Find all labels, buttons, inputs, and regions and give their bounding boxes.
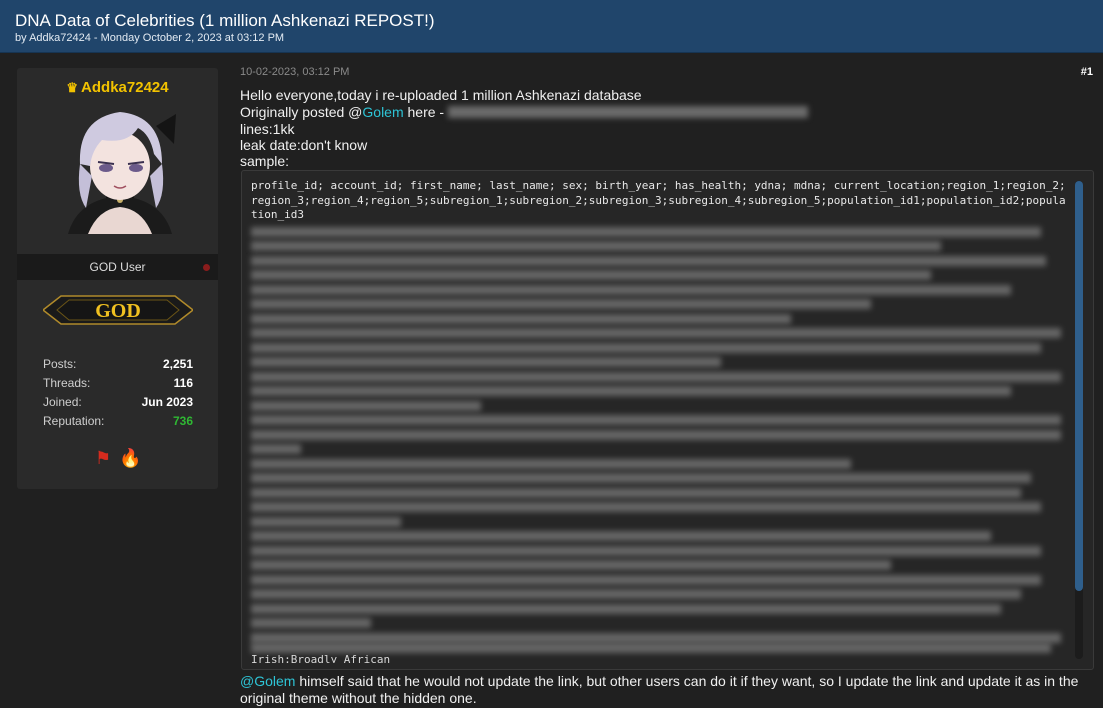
- stat-label: Reputation:: [43, 414, 105, 428]
- thread-header: DNA Data of Celebrities (1 million Ashke…: [0, 0, 1103, 53]
- redacted-row: [251, 256, 1046, 266]
- redacted-row: [251, 415, 1061, 425]
- avatar-image: [58, 104, 182, 234]
- redacted-row: [251, 372, 1061, 382]
- redacted-row: [251, 401, 481, 411]
- redacted-row: [251, 643, 1051, 653]
- redacted-row: [251, 444, 301, 454]
- redacted-row: [251, 285, 1011, 295]
- redacted-row: [251, 227, 1041, 237]
- stat-reputation: Reputation: 736: [43, 414, 193, 433]
- stat-label: Posts:: [43, 357, 77, 371]
- redacted-row: [251, 618, 371, 628]
- user-card: ♛ Addka72424 GOD User GOD Posts: 2,251 T…: [17, 68, 218, 489]
- post-text-line: leak date:don't know: [240, 137, 368, 153]
- rank-badge-text: GOD: [95, 300, 141, 322]
- redacted-row: [251, 299, 871, 309]
- rank-badge-graphic: GOD: [41, 295, 195, 325]
- redacted-row: [251, 241, 941, 251]
- post-date[interactable]: 10-02-2023, 03:12 PM: [240, 66, 349, 78]
- fire-icon[interactable]: 🔥: [119, 448, 141, 469]
- stat-value[interactable]: 2,251: [163, 357, 193, 371]
- thread-title: DNA Data of Celebrities (1 million Ashke…: [15, 11, 435, 30]
- post-text-line: sample:: [240, 153, 290, 169]
- stat-joined: Joined: Jun 2023: [43, 395, 193, 414]
- redacted-row: [251, 488, 1021, 498]
- redacted-row: [251, 459, 851, 469]
- code-header: profile_id; account_id; first_name; last…: [251, 179, 1066, 221]
- avatar[interactable]: [58, 104, 182, 234]
- post-text-line: lines:1kk: [240, 121, 295, 137]
- redacted-link[interactable]: [448, 106, 809, 118]
- redacted-row: [251, 343, 1041, 353]
- redacted-row: [251, 430, 1061, 440]
- thread-byline[interactable]: by Addka72424 - Monday October 2, 2023 a…: [15, 32, 284, 44]
- stat-label: Joined:: [43, 395, 82, 409]
- crown-icon: ♛: [66, 80, 79, 95]
- user-stats: Posts: 2,251 Threads: 116 Joined: Jun 20…: [43, 357, 193, 433]
- code-scrollbar-track[interactable]: [1075, 181, 1083, 659]
- post-text-line: Hello everyone,today i re-uploaded 1 mil…: [240, 87, 642, 103]
- user-awards: ⚑ 🔥: [93, 448, 153, 472]
- redacted-row: [251, 270, 931, 280]
- redacted-row: [251, 517, 401, 527]
- redacted-row: [251, 473, 1031, 483]
- mention-link[interactable]: Golem: [254, 673, 295, 689]
- redacted-row: [251, 633, 1061, 643]
- redacted-row: [251, 314, 791, 324]
- redacted-row: [251, 531, 991, 541]
- post-footer-text: @Golem himself said that he would not up…: [240, 673, 1079, 706]
- code-tail-line: Irish;Broadly African: [251, 653, 391, 663]
- stat-threads: Threads: 116: [43, 376, 193, 395]
- flag-icon[interactable]: ⚑: [95, 448, 111, 469]
- stat-value[interactable]: 736: [173, 414, 193, 428]
- redacted-row: [251, 546, 1041, 556]
- redacted-row: [251, 386, 1011, 396]
- username[interactable]: ♛ Addka72424: [17, 79, 218, 96]
- mention-link[interactable]: Golem: [362, 104, 403, 120]
- post-number[interactable]: #1: [1081, 66, 1093, 78]
- redacted-row: [251, 575, 1041, 585]
- redacted-row: [251, 604, 1001, 614]
- stat-label: Threads:: [43, 376, 91, 390]
- redacted-row: [251, 357, 721, 367]
- redacted-row: [251, 560, 891, 570]
- code-scrollbar-thumb[interactable]: [1075, 181, 1083, 591]
- stat-value[interactable]: 116: [174, 376, 193, 390]
- user-role: GOD User: [89, 260, 146, 274]
- rank-badge: GOD: [41, 290, 195, 330]
- stat-value: Jun 2023: [141, 395, 193, 409]
- redacted-row: [251, 589, 1021, 599]
- code-block[interactable]: profile_id; account_id; first_name; last…: [241, 170, 1094, 670]
- user-role-band: GOD User: [17, 254, 218, 280]
- stat-posts: Posts: 2,251: [43, 357, 193, 376]
- redacted-row: [251, 502, 1041, 512]
- post-text-line: Originally posted @Golem here -: [240, 104, 809, 120]
- redacted-row: [251, 328, 1061, 338]
- online-status-dot: [203, 264, 210, 271]
